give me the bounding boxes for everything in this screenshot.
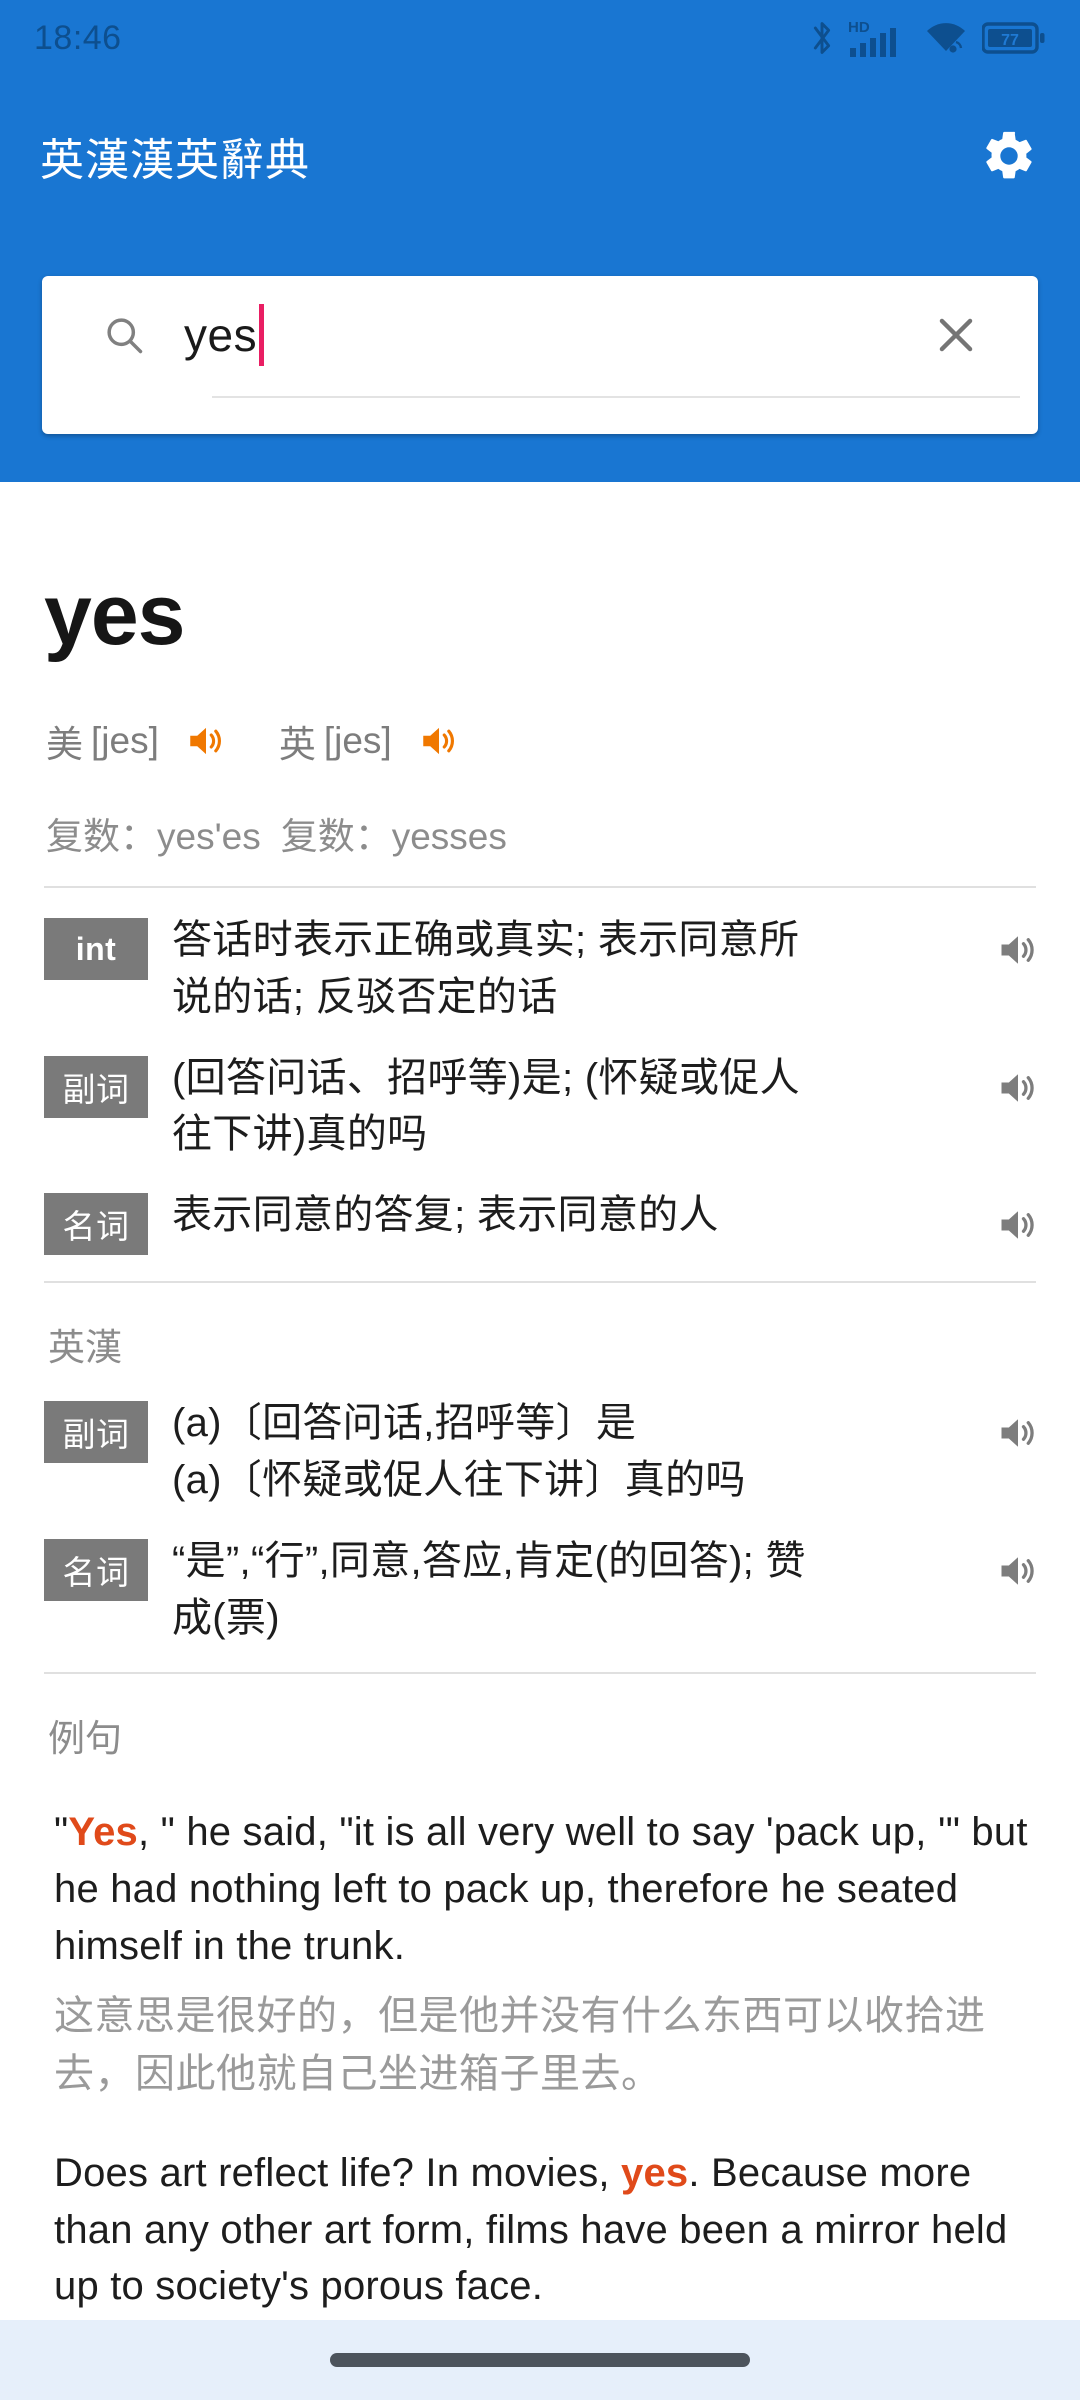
definition-line: “是”,“行”,同意,答应,肯定(的回答); 赞 [172,1538,806,1583]
pronunciation-us: 美 [jes] [46,714,227,768]
play-definition-button[interactable] [996,928,1040,972]
search-input[interactable]: yes [184,276,926,394]
app-bar: 英漢漢英辭典 [0,76,1080,236]
play-pronunciation-us-button[interactable] [185,720,227,762]
clear-search-button[interactable] [926,305,986,365]
search-card: yes [42,276,1038,434]
example-sentence-zh: 这意思是很好的，但是他并没有什么东西可以收拾进去，因此他就自己坐进箱子里去。 [54,1993,986,2096]
definition-row[interactable]: int 答话时表示正确或真实; 表示同意所 说的话; 反驳否定的话 [0,912,1080,1026]
example-suffix: , " he said, "it is all very well to say… [54,1810,1028,1968]
part-of-speech-badge: 副词 [44,1055,148,1118]
example-highlight: yes [621,2150,689,2195]
pronunciation-row: 美 [jes] 英 [jes] [46,714,1080,768]
play-definition-button[interactable] [996,1411,1040,1455]
example-item: "Yes, " he said, "it is all very well to… [0,1804,1080,2102]
definition-line: 表示同意的答复; 表示同意的人 [172,1193,719,1238]
search-zone: yes [0,236,1080,482]
part-of-speech-badge: 名词 [44,1538,148,1601]
divider [44,1281,1036,1284]
speaker-icon [1001,1419,1034,1447]
definition-text: (a)〔回答问话,招呼等〕是 (a)〔怀疑或促人往下讲〕真的吗 [172,1395,996,1509]
definition-line: 往下讲)真的吗 [172,1112,428,1157]
example-sentence-en: "Yes, " he said, "it is all very well to… [54,1804,1040,1974]
app-screen: 18:46 HD 77 英漢漢英辭典 yes yes 美 [jes] 英 [je… [0,0,1080,2400]
play-definition-button[interactable] [996,1203,1040,1247]
example-prefix: Does art reflect life? In movies, [54,2150,622,2195]
speaker-icon [1001,936,1034,964]
definition-line: 说的话; 反驳否定的话 [172,974,558,1019]
definition-text: 答话时表示正确或真实; 表示同意所 说的话; 反驳否定的话 [172,912,996,1026]
divider [44,886,1036,888]
text-cursor [259,304,265,366]
svg-text:HD: HD [848,19,870,36]
definition-row[interactable]: 名词 “是”,“行”,同意,答应,肯定(的回答); 赞 成(票) [0,1533,1080,1647]
gear-icon [986,131,1032,179]
speaker-icon [190,727,221,755]
status-bar-clock: 18:46 [34,18,122,57]
search-input-value: yes [184,309,258,361]
definition-row[interactable]: 副词 (a)〔回答问话,招呼等〕是 (a)〔怀疑或促人往下讲〕真的吗 [0,1395,1080,1509]
search-row: yes [42,276,1038,394]
cellular-signal-icon: HD [848,19,896,57]
part-of-speech-badge: int [44,918,148,980]
section-heading-ec: 英漢 [48,1327,122,1369]
inflection-item: 复数：yesses [280,816,507,857]
part-of-speech-badge: 副词 [44,1401,148,1464]
definition-line: (回答问话、招呼等)是; (怀疑或促人 [172,1055,800,1100]
definition-line: 答话时表示正确或真实; 表示同意所 [172,918,800,962]
pronunciation-ipa: [jes] [91,720,159,761]
definition-line: (a)〔回答问话,招呼等〕是 [172,1401,637,1446]
battery-percent-label: 77 [1001,32,1019,49]
definition-row[interactable]: 副词 (回答问话、招呼等)是; (怀疑或促人 往下讲)真的吗 [0,1050,1080,1164]
speaker-icon [422,727,454,755]
section-heading-examples: 例句 [48,1718,122,1760]
inflection-row: 复数：yes'es 复数：yesses [46,806,1080,860]
inflection-item: 复数：yes'es [46,816,261,857]
battery-icon: 77 [982,22,1045,54]
wifi-icon [927,23,965,53]
speaker-icon [1001,1557,1034,1585]
search-icon[interactable] [102,313,146,357]
definition-text: 表示同意的答复; 表示同意的人 [172,1187,996,1244]
example-highlight: Yes [68,1810,138,1855]
pronunciation-ipa: [jes] [323,720,392,761]
example-prefix: " [54,1810,69,1855]
pronunciation-region-label: 英 [278,724,316,765]
definition-row[interactable]: 名词 表示同意的答复; 表示同意的人 [0,1187,1080,1256]
home-indicator[interactable] [330,2353,750,2367]
example-sentence-en: Does art reflect life? In movies, yes. B… [54,2145,1040,2315]
speaker-icon [1001,1073,1034,1102]
definition-text: (回答问话、招呼等)是; (怀疑或促人 往下讲)真的吗 [172,1050,996,1164]
app-title: 英漢漢英辭典 [40,136,310,185]
definition-line: (a)〔怀疑或促人往下讲〕真的吗 [172,1457,746,1502]
play-pronunciation-uk-button[interactable] [418,720,460,762]
speaker-icon [1001,1211,1034,1239]
search-underline [212,396,1020,398]
bluetooth-icon [813,22,831,54]
system-navigation-bar [0,2320,1080,2400]
definition-text: “是”,“行”,同意,答应,肯定(的回答); 赞 成(票) [172,1533,996,1647]
status-bar-icons: HD 77 [808,17,1046,59]
part-of-speech-badge: 名词 [44,1193,148,1256]
pronunciation-region-label: 美 [46,724,83,765]
play-definition-button[interactable] [996,1549,1040,1593]
pronunciation-uk: 英 [jes] [279,714,460,768]
definition-scroll-area[interactable]: yes 美 [jes] 英 [jes] 复数：yes'es 复数：yesses … [0,482,1080,2320]
settings-button[interactable] [974,121,1044,191]
page-title: yes [44,567,186,663]
example-item: Does art reflect life? In movies, yes. B… [0,2145,1080,2315]
definition-line: 成(票) [172,1595,280,1640]
divider [44,1672,1036,1675]
play-definition-button[interactable] [996,1066,1040,1110]
close-icon [939,318,973,352]
status-bar: 18:46 HD 77 [0,0,1080,76]
